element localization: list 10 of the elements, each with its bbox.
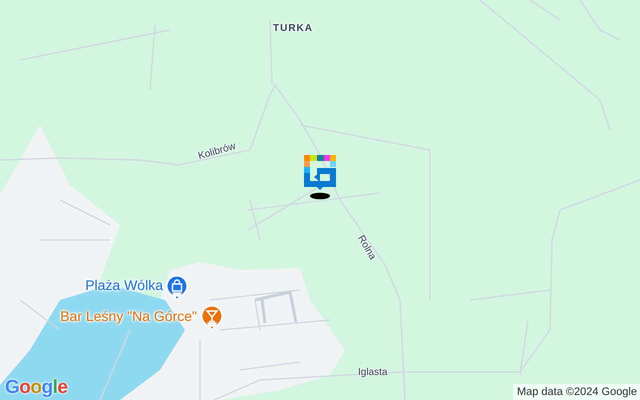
street-label: Iglasta — [358, 368, 388, 378]
shopping-bag-icon[interactable] — [166, 275, 188, 301]
map-attribution: Map data ©2024 Google — [512, 384, 640, 400]
map-pin-icon[interactable] — [304, 155, 337, 201]
place-label: TURKA — [273, 24, 313, 34]
street-label: Kolibrów — [197, 142, 237, 162]
place-name: Plaża Wólka — [85, 278, 163, 292]
cocktail-glass-icon[interactable] — [201, 305, 223, 331]
google-logo: Google — [5, 378, 68, 397]
place-name: Bar Leśny "Na Górce" — [60, 309, 197, 323]
